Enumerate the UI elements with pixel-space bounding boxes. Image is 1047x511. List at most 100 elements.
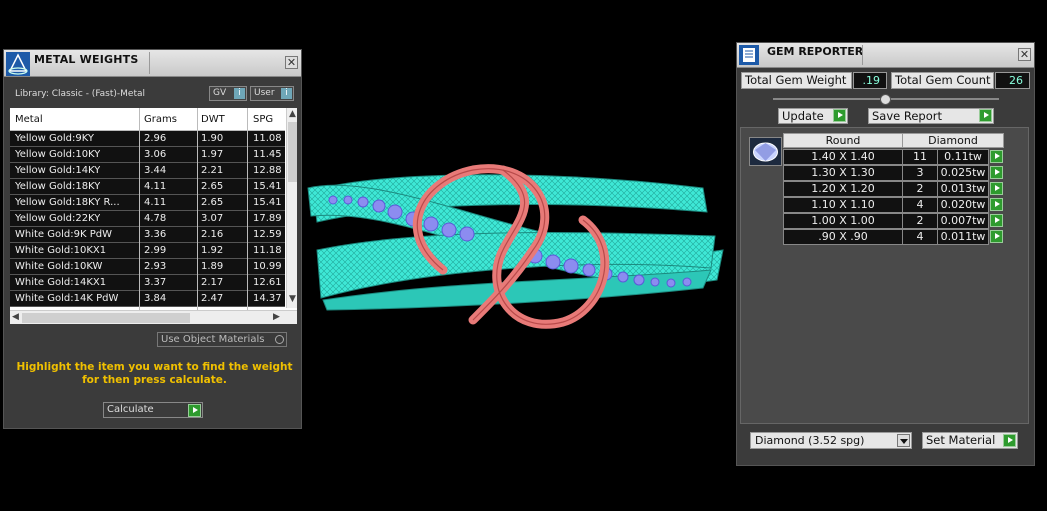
user-check-icon: i [281, 88, 292, 99]
table-row[interactable]: Yellow Gold:22KY 4.78 3.07 17.89 [10, 211, 285, 227]
gem-reporter-panel: GEM REPORTER ✕ Total Gem Weight .19 Tota… [736, 42, 1035, 466]
use-object-materials-option[interactable]: Use Object Materials [157, 332, 287, 347]
col-header-spg[interactable]: SPG [253, 114, 273, 125]
gem-size-cell[interactable]: 1.40 X 1.40 [783, 149, 903, 165]
gem-row-go-icon[interactable] [990, 182, 1003, 195]
horizontal-scroll-thumb[interactable] [22, 313, 190, 323]
total-gem-weight-value: .19 [853, 72, 887, 89]
vertical-scrollbar[interactable]: ▲ ▼ [286, 108, 297, 308]
gem-size-cell[interactable]: 1.10 X 1.10 [783, 197, 903, 213]
total-gem-weight-label: Total Gem Weight [741, 72, 852, 89]
dwt-cell: 1.89 [201, 261, 224, 272]
gem-size-cell[interactable]: 1.00 X 1.00 [783, 213, 903, 229]
grams-cell: 3.36 [144, 229, 167, 240]
metal-name-cell: Yellow Gold:14KY [15, 165, 101, 176]
table-row[interactable]: Yellow Gold:14KY 3.44 2.21 12.88 [10, 163, 285, 179]
gem-row-go-icon[interactable] [990, 166, 1003, 179]
table-row[interactable]: White Gold:14K PdW 3.84 2.47 14.37 [10, 291, 285, 307]
gem-size-cell[interactable]: 1.20 X 1.20 [783, 181, 903, 197]
metal-weights-close-icon[interactable]: ✕ [285, 56, 298, 69]
round-gem-icon[interactable] [749, 137, 782, 166]
calculate-go-icon[interactable] [188, 404, 201, 417]
grams-cell: 4.11 [144, 197, 167, 208]
dwt-cell: 1.90 [201, 133, 224, 144]
gem-row-go-icon[interactable] [990, 198, 1003, 211]
set-material-button[interactable]: Set Material [922, 432, 1018, 449]
save-report-go-icon[interactable] [979, 109, 992, 122]
vertical-scroll-thumb[interactable] [288, 122, 297, 182]
save-report-button[interactable]: Save Report [868, 108, 994, 124]
grams-cell: 4.78 [144, 213, 167, 224]
grams-cell: 3.06 [144, 149, 167, 160]
gem-weight-cell[interactable]: 0.11tw [937, 149, 989, 165]
dropdown-arrow-icon[interactable] [897, 434, 910, 447]
gem-weight-cell[interactable]: 0.025tw [937, 165, 989, 181]
grams-cell: 2.93 [144, 261, 167, 272]
user-label: User [254, 88, 275, 98]
horizontal-scrollbar[interactable]: ◀ ▶ [10, 310, 297, 324]
gem-list[interactable]: Round Diamond 1.40 X 1.40 11 0.11tw 1.30 X … [740, 127, 1029, 424]
gem-weight-cell[interactable]: 0.013tw [937, 181, 989, 197]
spg-cell: 17.89 [253, 213, 282, 224]
metal-weights-titlebar[interactable]: METAL WEIGHTS ✕ [4, 50, 301, 77]
table-row[interactable]: Yellow Gold:18KY 4.11 2.65 15.41 [10, 179, 285, 195]
gem-weight-cell[interactable]: 0.020tw [937, 197, 989, 213]
material-select[interactable]: Diamond (3.52 spg) [750, 432, 912, 449]
grams-cell: 3.84 [144, 293, 167, 304]
user-toggle[interactable]: User i [250, 86, 294, 101]
gem-reporter-titlebar[interactable]: GEM REPORTER ✕ [737, 43, 1034, 68]
grams-cell: 3.44 [144, 165, 167, 176]
table-row[interactable]: White Gold:9K PdW 3.36 2.16 12.59 [10, 227, 285, 243]
spg-cell: 11.45 [253, 149, 282, 160]
gem-count-cell[interactable]: 3 [902, 165, 938, 181]
library-label: Library: Classic - (Fast)-Metal [15, 89, 146, 99]
dwt-cell: 1.92 [201, 245, 224, 256]
metal-name-cell: White Gold:14K PdW [15, 293, 119, 304]
spg-cell: 12.59 [253, 229, 282, 240]
gem-count-cell[interactable]: 4 [902, 229, 938, 245]
table-row[interactable]: Yellow Gold:9KY 2.96 1.90 11.08 [10, 131, 285, 147]
table-row[interactable]: Yellow Gold:10KY 3.06 1.97 11.45 [10, 147, 285, 163]
gem-count-cell[interactable]: 11 [902, 149, 938, 165]
update-go-icon[interactable] [833, 109, 846, 122]
gv-toggle[interactable]: GV i [209, 86, 247, 101]
gem-count-cell[interactable]: 2 [902, 213, 938, 229]
gem-count-cell[interactable]: 2 [902, 181, 938, 197]
table-row[interactable]: White Gold:10KX1 2.99 1.92 11.18 [10, 243, 285, 259]
scroll-left-icon[interactable]: ◀ [12, 312, 19, 322]
table-row[interactable]: White Gold:10KW 2.93 1.89 10.99 [10, 259, 285, 275]
gem-header-round: Round [783, 133, 903, 148]
col-header-dwt[interactable]: DWT [201, 114, 225, 125]
gem-weight-cell[interactable]: 0.007tw [937, 213, 989, 229]
gem-row-go-icon[interactable] [990, 150, 1003, 163]
col-header-grams[interactable]: Grams [144, 114, 177, 125]
table-row[interactable]: White Gold:14KX1 3.37 2.17 12.61 [10, 275, 285, 291]
spg-cell: 15.41 [253, 197, 282, 208]
splitter-knob-icon[interactable] [880, 94, 891, 105]
gem-count-cell[interactable]: 4 [902, 197, 938, 213]
update-button[interactable]: Update [778, 108, 848, 124]
dwt-cell: 1.97 [201, 149, 224, 160]
gem-reporter-close-icon[interactable]: ✕ [1018, 48, 1031, 61]
gem-row-go-icon[interactable] [990, 230, 1003, 243]
total-gem-count-label: Total Gem Count [891, 72, 994, 89]
material-select-value: Diamond (3.52 spg) [755, 434, 865, 447]
gem-size-cell[interactable]: 1.30 X 1.30 [783, 165, 903, 181]
scroll-up-icon[interactable]: ▲ [289, 109, 296, 119]
scroll-right-icon[interactable]: ▶ [273, 312, 280, 322]
use-object-materials-label: Use Object Materials [161, 334, 265, 345]
gem-size-cell[interactable]: .90 X .90 [783, 229, 903, 245]
calculate-button[interactable]: Calculate [103, 402, 203, 418]
gem-row-go-icon[interactable] [990, 214, 1003, 227]
set-material-go-icon[interactable] [1003, 434, 1016, 447]
viewport-3d[interactable] [303, 130, 733, 340]
metal-table[interactable]: Metal Grams DWT SPG Yellow Gold:9KY 2.96 1… [10, 108, 297, 324]
gem-weight-cell[interactable]: 0.011tw [937, 229, 989, 245]
col-header-metal[interactable]: Metal [15, 114, 43, 125]
radio-icon[interactable] [275, 335, 284, 344]
scroll-down-icon[interactable]: ▼ [289, 294, 296, 304]
table-row[interactable]: Yellow Gold:18KY R... 4.11 2.65 15.41 [10, 195, 285, 211]
metal-name-cell: Yellow Gold:18KY [15, 181, 101, 192]
gv-label: GV [213, 88, 227, 98]
metal-name-cell: White Gold:9K PdW [15, 229, 112, 240]
